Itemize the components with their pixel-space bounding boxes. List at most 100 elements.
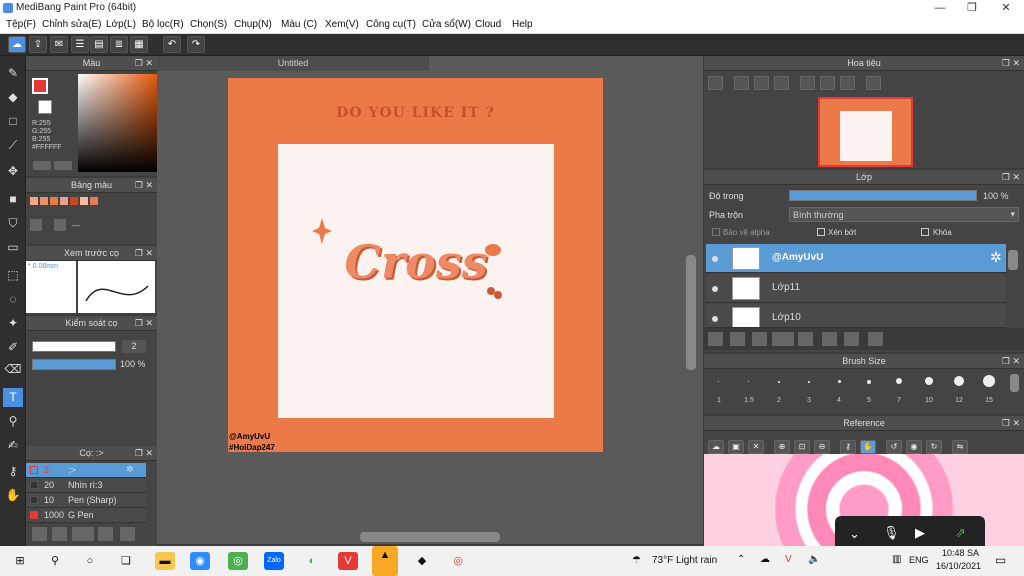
menu-capture[interactable]: Chụp(N) (234, 19, 272, 30)
eye-icon[interactable] (712, 286, 718, 292)
rotate-right-icon[interactable]: ↻ (926, 440, 942, 454)
layer-scrollbar[interactable] (1008, 250, 1018, 270)
merge-layer-icon[interactable] (844, 332, 859, 346)
hand-icon[interactable]: ✋ (860, 440, 876, 454)
cortana-icon[interactable]: ○ (80, 552, 100, 570)
brush-size-dot[interactable] (867, 380, 871, 384)
new-brush-icon[interactable] (52, 527, 67, 541)
network-icon[interactable]: ▥ (892, 554, 901, 565)
swap-color-button[interactable] (33, 161, 51, 170)
lasso-icon[interactable]: ◌ (3, 290, 23, 309)
move-tool-icon[interactable]: ✥ (3, 162, 23, 181)
select-pen-icon[interactable]: ✐ (3, 338, 23, 357)
close-icon[interactable]: ❐ ✕ (135, 246, 153, 261)
palette-delete-icon[interactable] (54, 219, 66, 231)
layer-row[interactable]: Lớp11 (706, 274, 1006, 303)
gradient-tool-icon[interactable]: ▭ (3, 238, 23, 257)
doc-icon[interactable]: ▤ (90, 36, 108, 53)
layer-opacity-slider[interactable] (789, 190, 977, 201)
zoom-out-icon[interactable]: ⊖ (814, 440, 830, 454)
foreground-swatch[interactable] (32, 78, 48, 94)
saturation-picker[interactable] (78, 74, 160, 172)
add-layer-menu-icon[interactable] (772, 332, 794, 346)
palette-swatch[interactable] (90, 197, 98, 205)
brush-size-dot[interactable] (983, 375, 995, 387)
mic-off-icon[interactable]: 🎙 (883, 525, 900, 541)
layer-row[interactable]: Lớp10 (706, 304, 1006, 328)
gear-icon[interactable]: ✲ (126, 464, 134, 475)
brush-size-dot[interactable] (838, 380, 841, 383)
export-icon[interactable]: ⇪ (29, 36, 47, 53)
eyedropper-icon[interactable]: ⚷ (3, 462, 23, 481)
close-icon[interactable]: ❐ ✕ (1002, 170, 1020, 185)
brush-size-dot[interactable] (808, 381, 810, 383)
horizontal-scrollbar[interactable] (360, 532, 500, 542)
menu-edit[interactable]: Chỉnh sửa(E) (42, 19, 102, 30)
menu-filter[interactable]: Bộ lọc(R) (142, 19, 184, 30)
palette-swatch[interactable] (30, 197, 38, 205)
task-view-icon[interactable]: ❏ (116, 552, 136, 570)
rotate-left-icon[interactable] (800, 76, 815, 90)
rotate-reset-icon[interactable] (820, 76, 835, 90)
close-icon[interactable]: ✕ (748, 440, 764, 454)
chrome-icon[interactable]: ◎ (228, 552, 248, 570)
text-tool-icon[interactable]: T (3, 388, 23, 407)
close-button[interactable]: ✕ (990, 0, 1022, 17)
speaker-icon[interactable]: 🔈 (808, 554, 820, 565)
close-icon[interactable]: ❐ ✕ (1002, 354, 1020, 369)
grid-icon[interactable]: ▦ (130, 36, 148, 53)
clipping-checkbox[interactable] (817, 228, 825, 236)
protect-alpha-checkbox[interactable] (712, 228, 720, 236)
delete-layer-icon[interactable] (868, 332, 883, 346)
zoom-in-icon[interactable] (708, 76, 723, 90)
close-icon[interactable]: ❐ ✕ (135, 178, 153, 193)
magic-wand-icon[interactable]: ✦ (3, 314, 23, 333)
operation-tool-icon[interactable]: ⚲ (3, 412, 23, 431)
file-explorer-icon[interactable]: ▬ (155, 552, 175, 570)
blur-tool-icon[interactable]: ✍ (3, 436, 23, 455)
blend-select[interactable]: Bình thường ▾ (789, 207, 1019, 222)
palette-swatch[interactable] (60, 197, 68, 205)
duplicate-layer-icon[interactable] (822, 332, 837, 346)
share-icon[interactable]: ⇗ (955, 525, 966, 541)
zoom-actual-icon[interactable] (754, 76, 769, 90)
camera-off-icon[interactable]: ▶ (915, 525, 925, 541)
shape-tool-icon[interactable]: □ (3, 112, 23, 131)
brush-item[interactable]: 10 Pen (Sharp) (26, 493, 146, 508)
search-icon[interactable]: ⚲ (45, 552, 65, 570)
comment-icon[interactable]: ✉ (50, 36, 68, 53)
copy-brush-icon[interactable] (98, 527, 113, 541)
clock-date[interactable]: 16/10/2021 (936, 561, 981, 571)
notification-icon[interactable]: ▭ (995, 553, 1006, 567)
vertical-scrollbar[interactable] (686, 255, 696, 370)
palette-swatch[interactable] (40, 197, 48, 205)
palette-swatch[interactable] (70, 197, 78, 205)
list-icon[interactable]: ≣ (110, 36, 128, 53)
eye-icon[interactable] (712, 316, 718, 322)
new-layer-8bit-icon[interactable] (730, 332, 745, 346)
menu-cloud[interactable]: Cloud (475, 19, 501, 30)
close-icon[interactable]: ❐ ✕ (1002, 56, 1020, 71)
reset-color-button[interactable] (54, 161, 72, 170)
brush-tool-icon[interactable]: ✎ (3, 64, 23, 83)
zoom-out-icon[interactable] (774, 76, 789, 90)
zoom-fit-icon[interactable] (734, 76, 749, 90)
select-rect-icon[interactable]: ⬚ (3, 266, 23, 285)
zoom-in-icon[interactable]: ⊕ (774, 440, 790, 454)
coccoc-icon[interactable]: ◐ (302, 552, 322, 570)
menu-color[interactable]: Màu (C) (281, 19, 317, 30)
new-layer-icon[interactable] (708, 332, 723, 346)
palette-add-icon[interactable] (30, 219, 42, 231)
chat-icon[interactable]: ☰ (71, 36, 89, 53)
close-icon[interactable]: ❐ ✕ (135, 446, 153, 461)
brush-size-slider[interactable] (32, 341, 116, 352)
clock-time[interactable]: 10:48 SA (942, 548, 979, 558)
close-icon[interactable]: ❐ ✕ (135, 316, 153, 331)
brush-item[interactable]: 1000 G Pen (26, 508, 146, 523)
minimize-button[interactable]: — (924, 0, 956, 17)
hand-tool-icon[interactable]: ✋ (3, 486, 23, 505)
new-layer-1bit-icon[interactable] (752, 332, 767, 346)
close-icon[interactable]: ❐ ✕ (1002, 416, 1020, 431)
line-tool-icon[interactable]: ⟋ (3, 136, 23, 155)
tray-chevron-icon[interactable]: ⌃ (737, 554, 745, 565)
